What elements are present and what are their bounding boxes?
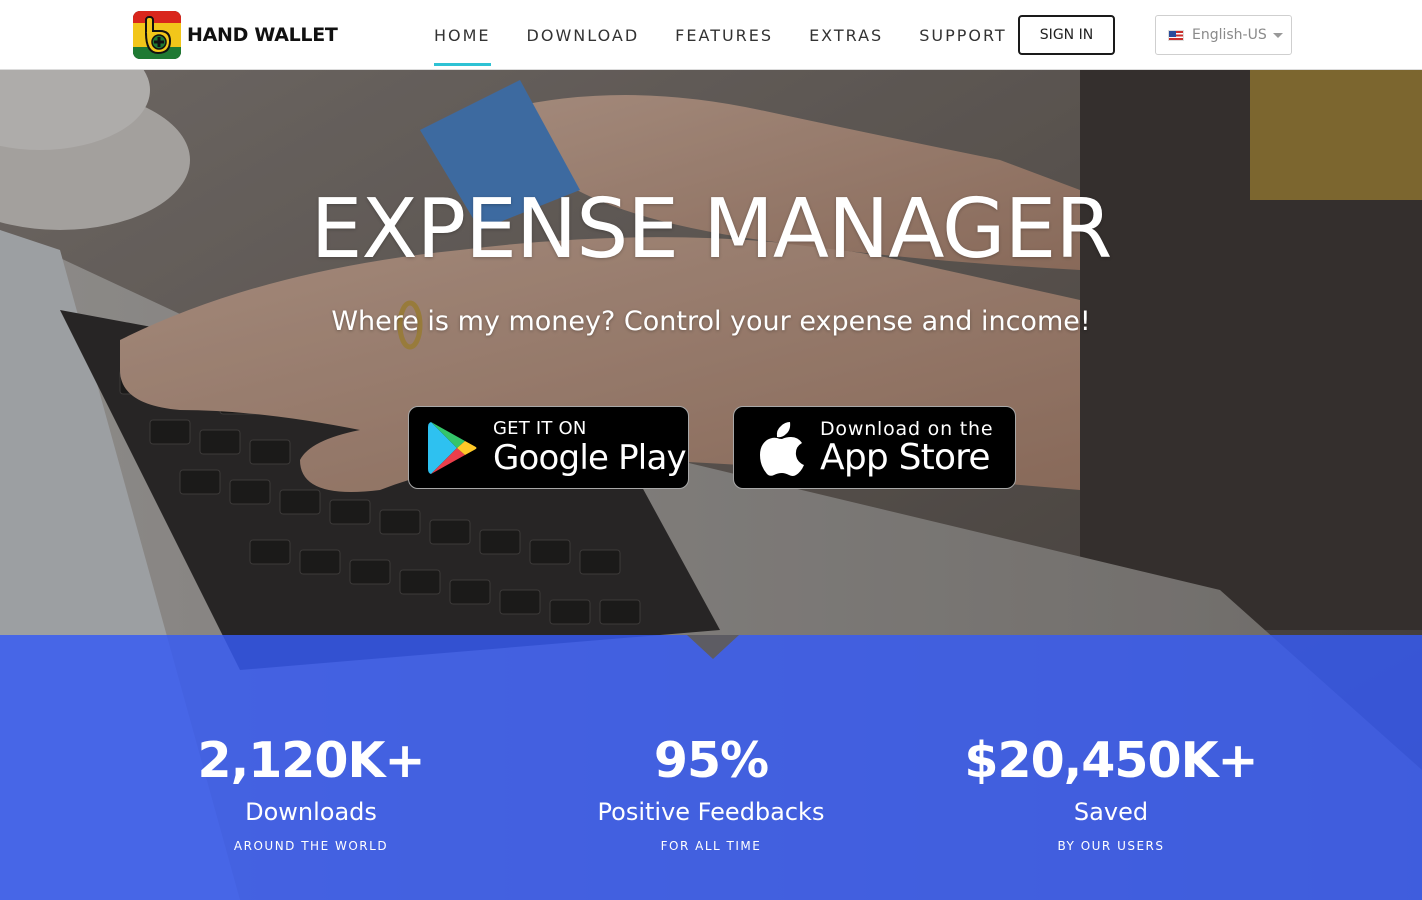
stats-notch-arrow <box>687 635 739 659</box>
google-play-big-text: Google Play <box>493 437 687 478</box>
nav-download[interactable]: DOWNLOAD <box>509 0 658 70</box>
stat-caption: AROUND THE WORLD <box>233 839 389 853</box>
stat-value: 95% <box>653 732 769 789</box>
stat-value: $20,450K+ <box>964 732 1258 789</box>
language-select[interactable]: English-US <box>1155 15 1292 55</box>
nav-features[interactable]: FEATURES <box>657 0 791 70</box>
stats-band: 2,120K+ Downloads AROUND THE WORLD 95% P… <box>0 635 1422 900</box>
stat-feedbacks: 95% Positive Feedbacks FOR ALL TIME <box>491 635 931 854</box>
language-selected: English-US <box>1192 27 1267 43</box>
site-header: HAND WALLET HOME DOWNLOAD FEATURES EXTRA… <box>0 0 1422 70</box>
app-store-small-text: Download on the <box>820 417 994 440</box>
nav-support[interactable]: SUPPORT <box>901 0 1024 70</box>
hero-title: EXPENSE MANAGER <box>310 182 1113 277</box>
sign-in-button[interactable]: SIGN IN <box>1018 15 1115 55</box>
stat-value: 2,120K+ <box>197 732 425 789</box>
hero-subtitle: Where is my money? Control your expense … <box>331 306 1091 337</box>
stat-label: Downloads <box>245 798 377 826</box>
logo-text: HAND WALLET <box>187 24 338 46</box>
nav-home[interactable]: HOME <box>416 0 509 70</box>
apple-icon <box>760 421 804 476</box>
google-play-small-text: GET IT ON <box>493 417 587 439</box>
google-play-button[interactable]: GET IT ON Google Play <box>408 406 689 489</box>
stat-downloads: 2,120K+ Downloads AROUND THE WORLD <box>91 635 531 854</box>
google-play-icon <box>428 421 477 474</box>
logo[interactable]: HAND WALLET <box>133 11 338 59</box>
main-nav: HOME DOWNLOAD FEATURES EXTRAS SUPPORT <box>416 0 1025 70</box>
stat-label: Positive Feedbacks <box>597 798 825 826</box>
hand-wallet-logo-icon <box>133 11 181 59</box>
stat-caption: BY OUR USERS <box>1057 839 1165 853</box>
stat-label: Saved <box>1073 798 1149 826</box>
app-store-big-text: App Store <box>820 436 991 478</box>
us-flag-icon <box>1168 29 1184 41</box>
nav-extras[interactable]: EXTRAS <box>791 0 901 70</box>
hero-section: EXPENSE MANAGER Where is my money? Contr… <box>0 70 1422 900</box>
stat-caption: FOR ALL TIME <box>660 839 762 853</box>
stat-saved: $20,450K+ Saved BY OUR USERS <box>891 635 1331 854</box>
hero-overlay <box>0 70 1422 635</box>
app-store-button[interactable]: Download on the App Store <box>733 406 1016 489</box>
caret-down-icon <box>1272 32 1283 38</box>
